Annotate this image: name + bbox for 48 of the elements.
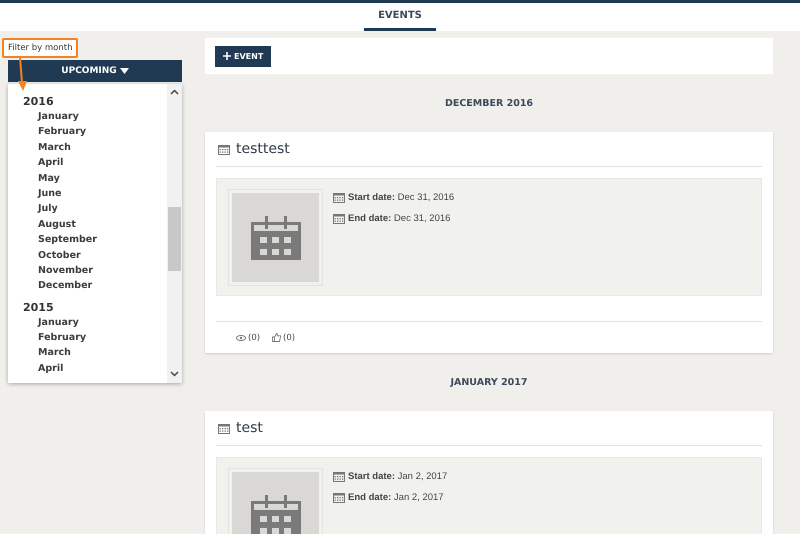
event-title[interactable]: test — [236, 420, 263, 436]
calendar-icon — [250, 216, 300, 260]
calendar-icon — [218, 144, 230, 154]
end-date-text: End date: Dec 31, 2016 — [348, 213, 450, 224]
thumbs-up-icon — [272, 333, 282, 342]
upcoming-filter-button[interactable]: UPCOMING — [8, 60, 182, 82]
month-item[interactable]: March — [38, 140, 71, 156]
month-item[interactable]: January — [38, 314, 79, 330]
month-item[interactable]: November — [38, 262, 93, 278]
start-date-text: Start date: Dec 31, 2016 — [348, 192, 454, 203]
month-item[interactable]: August — [38, 216, 76, 232]
month-item[interactable]: June — [38, 186, 62, 202]
calendar-icon — [218, 422, 230, 434]
end-date-text: End date: Jan 2, 2017 — [348, 492, 444, 503]
month-item[interactable]: February — [38, 124, 86, 140]
month-heading: DECEMBER 2016 — [444, 98, 534, 109]
scroll-down-icon[interactable] — [170, 371, 179, 377]
events-tab[interactable]: EVENTS — [364, 3, 436, 31]
month-heading: JANUARY 2017 — [450, 377, 528, 388]
add-event-button[interactable]: EVENT — [215, 46, 272, 66]
month-item[interactable]: April — [38, 155, 64, 171]
month-item[interactable]: January — [38, 109, 79, 124]
calendar-icon — [333, 192, 345, 203]
calendar-icon — [333, 492, 345, 503]
start-date-text: Start date: Jan 2, 2017 — [348, 471, 448, 482]
eye-icon — [236, 334, 246, 340]
scrollbar[interactable] — [167, 84, 182, 383]
calendar-icon — [333, 213, 345, 224]
view-count: (0) — [248, 332, 260, 342]
month-item[interactable]: December — [38, 278, 92, 294]
year-heading: 2016 — [23, 95, 54, 109]
month-item[interactable]: February — [38, 330, 86, 346]
plus-icon — [223, 52, 231, 60]
scroll-up-icon[interactable] — [170, 89, 179, 95]
month-item[interactable]: May — [38, 170, 60, 186]
like-count[interactable]: (0) — [283, 332, 296, 342]
month-item[interactable]: July — [38, 201, 58, 217]
annotation-arrow — [16, 57, 30, 91]
month-item[interactable]: April — [38, 360, 64, 376]
month-item[interactable]: October — [38, 248, 81, 263]
scrollbar-thumb[interactable] — [168, 207, 181, 271]
month-item[interactable]: March — [38, 345, 71, 361]
caret-down-icon — [120, 68, 129, 74]
year-heading: 2015 — [23, 300, 54, 315]
event-title[interactable]: testtest — [236, 141, 290, 157]
annotation-callout: Filter by month — [2, 38, 78, 58]
month-item[interactable]: September — [38, 232, 97, 248]
calendar-icon — [333, 471, 345, 482]
